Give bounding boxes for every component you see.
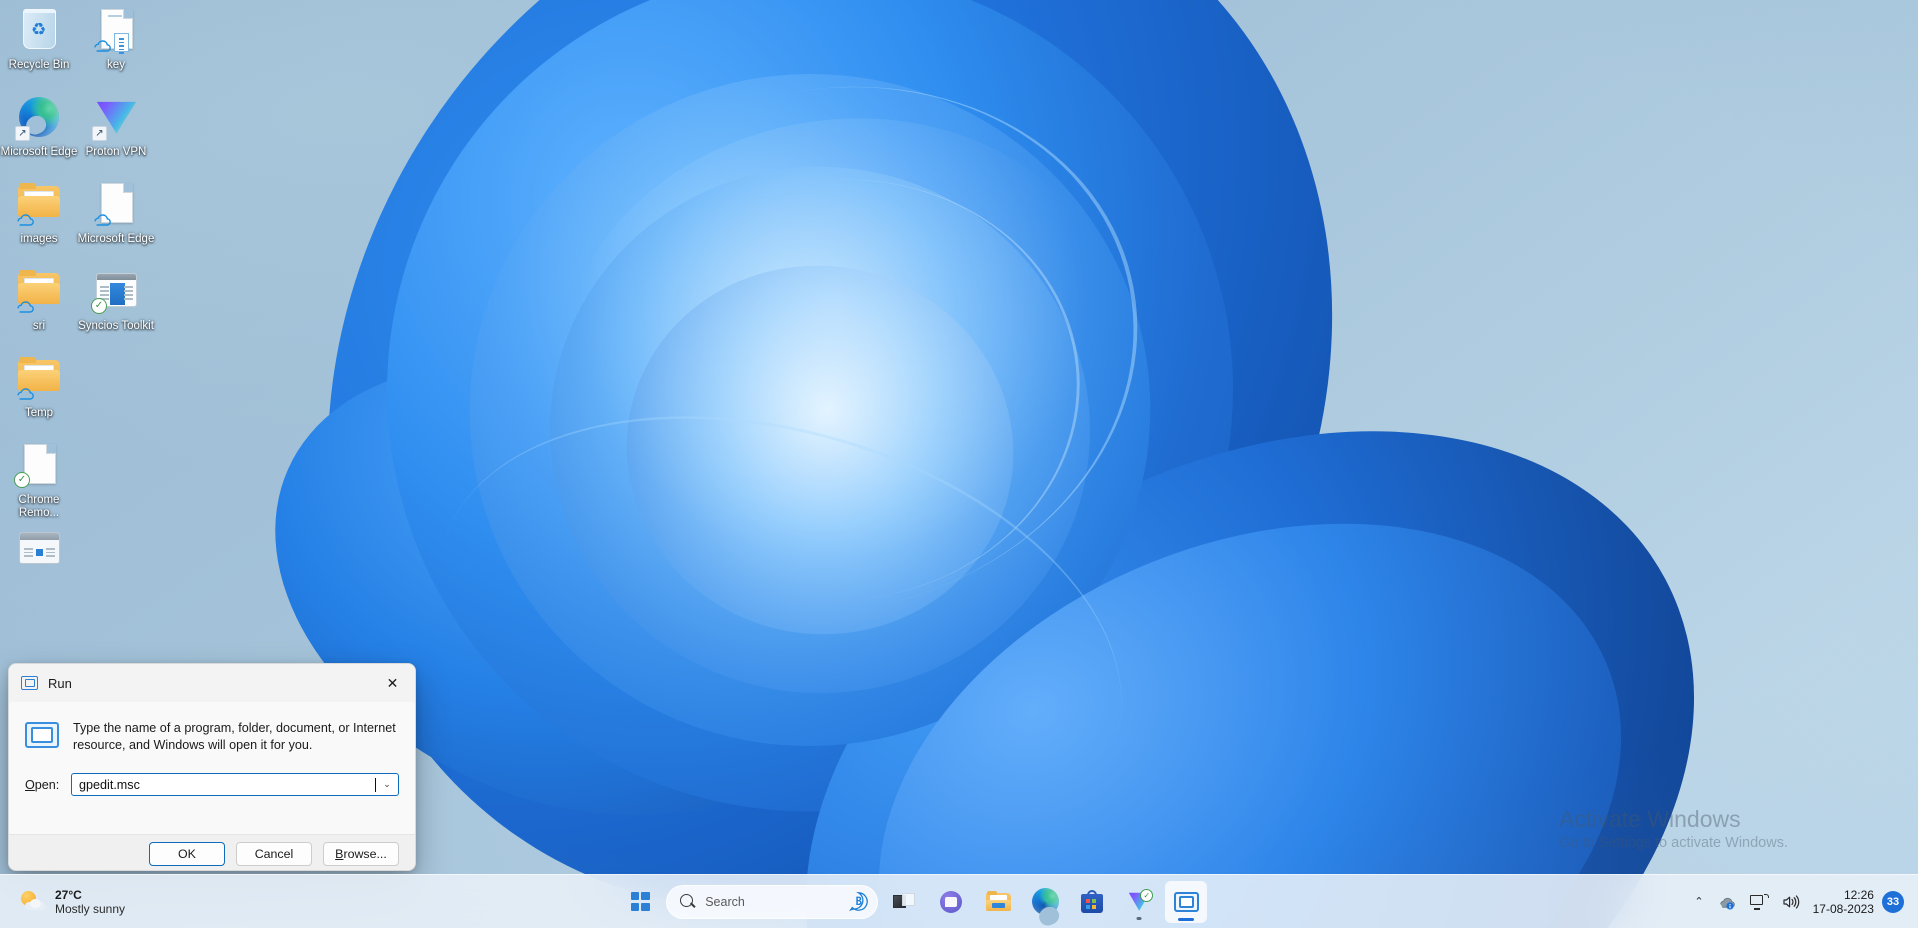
desktop-icon-occluded-window[interactable]	[0, 528, 78, 581]
search-placeholder: Search	[705, 894, 745, 909]
run-window-icon	[1173, 891, 1199, 912]
desktop-icon-temp-folder[interactable]: Temp	[0, 354, 78, 420]
recycle-bin-icon: ♻	[15, 6, 63, 54]
application-window-icon	[15, 528, 63, 576]
desktop-icon-sri-folder[interactable]: sri	[0, 267, 78, 333]
sync-check-badge-icon: ✓	[14, 472, 30, 488]
microsoft-edge-icon: ↗	[15, 93, 63, 141]
run-window-button[interactable]	[1165, 880, 1208, 923]
weather-condition: Mostly sunny	[55, 901, 126, 916]
desktop-icon-microsoft-edge-app[interactable]: ↗ Microsoft Edge	[0, 93, 78, 159]
proton-vpn-icon: ✓	[1128, 888, 1154, 912]
bing-chat-icon[interactable]	[848, 891, 869, 912]
browse-button[interactable]: Browse...	[323, 841, 399, 866]
file-explorer-icon	[985, 891, 1011, 912]
onedrive-cloud-badge-icon	[15, 213, 34, 226]
start-button[interactable]	[619, 881, 661, 923]
open-field-label: Open:	[25, 777, 60, 792]
task-view-button[interactable]	[883, 881, 925, 923]
show-hidden-icons-button[interactable]: ⌃	[1687, 881, 1710, 923]
desktop-icon-proton-vpn[interactable]: ↗ Proton VPN	[77, 93, 155, 159]
proton-vpn-button[interactable]: ✓	[1118, 881, 1160, 923]
open-input[interactable]	[72, 774, 379, 795]
run-dialog-titlebar[interactable]: Run ✕	[9, 664, 415, 702]
onedrive-cloud-badge-icon	[15, 387, 34, 400]
onedrive-cloud-badge-icon	[92, 39, 111, 52]
proton-vpn-icon: ↗	[92, 93, 140, 141]
open-combobox[interactable]: ⌄	[71, 773, 399, 796]
sun-behind-cloud-icon	[20, 890, 46, 913]
clock-date: 17-08-2023	[1812, 901, 1874, 916]
volume-tray-icon[interactable]	[1775, 881, 1807, 923]
text-document-icon	[92, 6, 140, 54]
search-input[interactable]: Search	[666, 884, 879, 919]
desktop-icon-recycle-bin[interactable]: ♻ Recycle Bin	[0, 6, 78, 72]
run-dialog-body: Type the name of a program, folder, docu…	[9, 702, 415, 834]
document-icon: ✓	[14, 441, 63, 489]
chevron-down-icon[interactable]: ⌄	[376, 774, 398, 795]
chat-button[interactable]	[930, 881, 972, 923]
taskbar-weather-widget[interactable]: 27°C Mostly sunny	[0, 888, 139, 916]
taskbar-clock[interactable]: 12:26 17-08-2023	[1807, 888, 1882, 916]
sync-check-badge-icon: ✓	[91, 298, 107, 314]
document-icon	[92, 180, 140, 228]
run-dialog-title: Run	[48, 675, 72, 691]
network-icon	[1749, 893, 1769, 910]
onedrive-cloud-badge-icon	[92, 213, 111, 226]
onedrive-cloud-badge-icon	[15, 300, 34, 313]
desktop-icon-images-folder[interactable]: images	[0, 180, 78, 246]
desktop-icon-key[interactable]: key	[77, 6, 155, 72]
file-explorer-button[interactable]	[977, 881, 1019, 923]
taskbar: 27°C Mostly sunny Search ✓ ⌃ 12:26 17-08…	[0, 874, 1918, 928]
microsoft-store-button[interactable]	[1071, 881, 1113, 923]
application-window-icon: ✓	[91, 267, 140, 315]
chevron-up-icon: ⌃	[1694, 896, 1704, 908]
run-dialog[interactable]: Run ✕ Type the name of a program, folder…	[8, 663, 416, 871]
volume-icon	[1782, 894, 1800, 910]
run-dialog-description: Type the name of a program, folder, docu…	[73, 721, 396, 752]
onedrive-icon	[1718, 894, 1736, 910]
run-open-row: Open: ⌄	[25, 773, 399, 796]
folder-icon	[15, 267, 63, 315]
run-window-icon	[21, 676, 38, 690]
shortcut-arrow-icon: ↗	[92, 126, 107, 141]
search-icon	[680, 894, 695, 909]
notification-badge[interactable]: 33	[1881, 890, 1904, 913]
desktop-icon-chrome-remote[interactable]: ✓ Chrome Remo...	[0, 441, 78, 520]
sync-check-badge-icon: ✓	[1140, 888, 1154, 902]
taskbar-center-group: Search ✓	[619, 880, 1208, 923]
ok-button[interactable]: OK	[149, 841, 225, 866]
weather-temperature: 27°C	[55, 887, 82, 902]
windows-logo-icon	[630, 892, 650, 911]
desktop-icon-syncios-toolkit[interactable]: ✓ Syncios Toolkit	[77, 267, 155, 333]
folder-icon	[15, 180, 63, 228]
chat-teams-icon	[940, 890, 963, 913]
system-tray: ⌃ 12:26 17-08-2023 33	[1687, 881, 1918, 923]
run-dialog-footer: OK Cancel Browse...	[9, 834, 415, 870]
run-large-icon	[25, 722, 59, 748]
microsoft-edge-button[interactable]	[1024, 881, 1066, 923]
shortcut-arrow-icon: ↗	[15, 126, 30, 141]
cancel-button[interactable]: Cancel	[236, 841, 312, 866]
close-icon[interactable]: ✕	[370, 664, 415, 702]
network-tray-icon[interactable]	[1743, 881, 1775, 923]
clock-time: 12:26	[1843, 887, 1874, 902]
folder-icon	[15, 354, 63, 402]
microsoft-edge-icon	[1031, 888, 1059, 915]
task-view-icon	[893, 892, 916, 911]
onedrive-tray-icon[interactable]	[1711, 881, 1743, 923]
desktop-icon-microsoft-edge-doc[interactable]: Microsoft Edge	[77, 180, 155, 246]
microsoft-store-icon	[1081, 890, 1104, 913]
